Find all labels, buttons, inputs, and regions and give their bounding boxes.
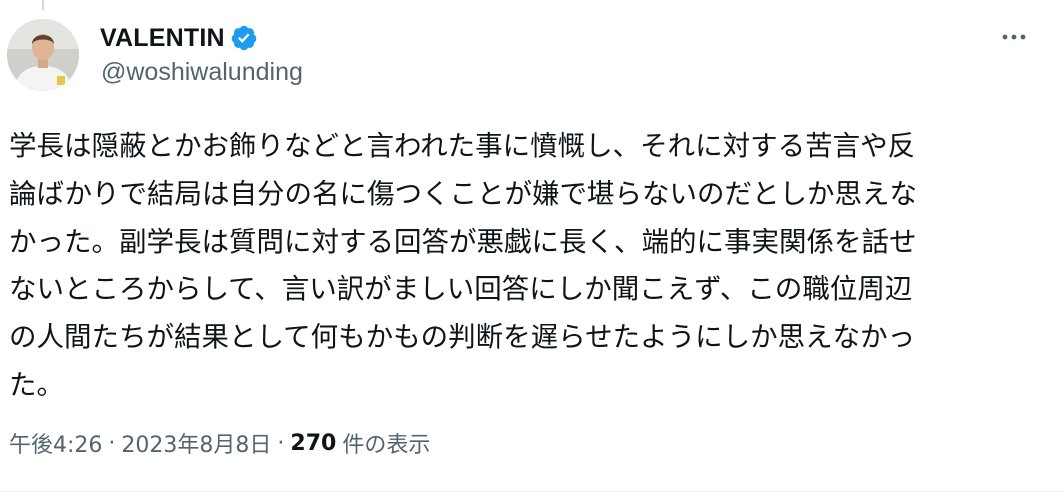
- author-name-row: VALENTIN: [100, 20, 258, 56]
- avatar[interactable]: [7, 19, 79, 91]
- view-count-label: 件の表示: [342, 433, 431, 458]
- view-count[interactable]: 270: [290, 431, 336, 456]
- author-display-name[interactable]: VALENTIN: [100, 24, 225, 53]
- tweet-metadata: 午後4:26 · 2023年8月8日 · 270 件の表示: [9, 425, 430, 461]
- avatar-image: [7, 19, 79, 91]
- more-options-button[interactable]: [994, 24, 1034, 50]
- meta-separator: ·: [108, 430, 116, 456]
- tweet-date[interactable]: 2023年8月8日: [121, 427, 271, 459]
- verified-badge-icon: [230, 24, 258, 52]
- thread-connector-line: [42, 0, 44, 10]
- meta-separator: ·: [277, 430, 285, 456]
- more-options-icon: [1002, 34, 1026, 40]
- tweet-card: VALENTIN @woshiwalunding 学長は隠蔽とかお飾りなどと言わ…: [0, 0, 1064, 496]
- tweet-text: 学長は隠蔽とかお飾りなどと言われた事に憤慨し、それに対する苦言や反 論ばかりで結…: [9, 130, 918, 401]
- author-handle[interactable]: @woshiwalunding: [101, 58, 303, 87]
- tweet-time[interactable]: 午後4:26: [9, 427, 102, 459]
- divider: [0, 491, 1064, 492]
